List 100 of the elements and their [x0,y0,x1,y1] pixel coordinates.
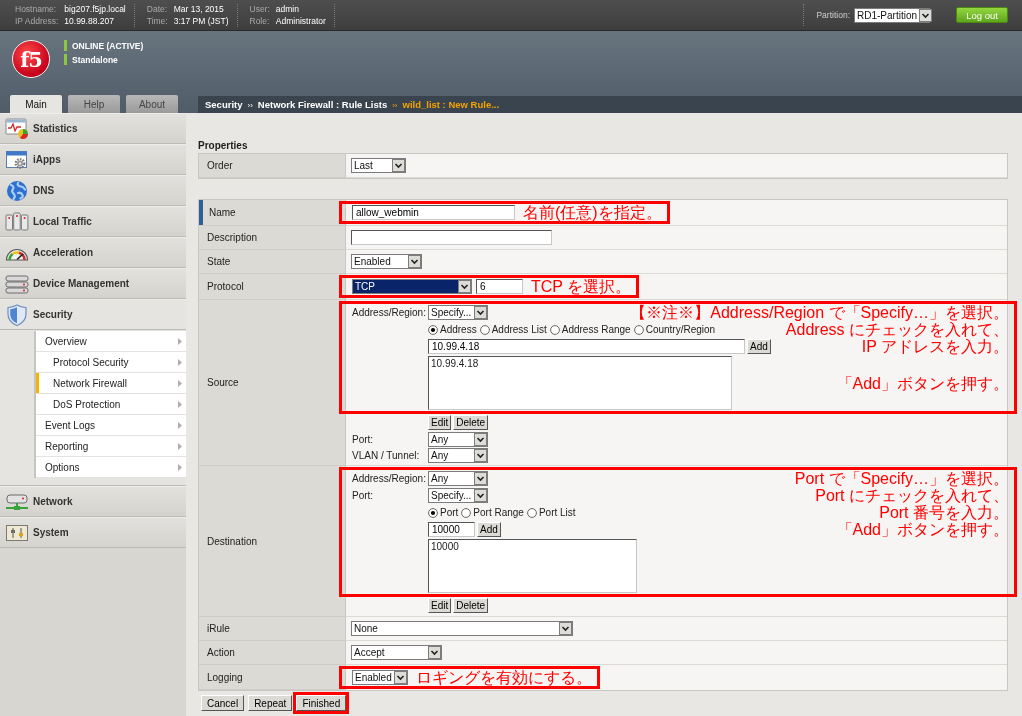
logging-select[interactable]: Enabled [352,670,408,685]
drives-icon [5,272,29,295]
address-input[interactable]: 10.99.4.18 [428,339,745,354]
delete-button[interactable]: Delete [453,598,489,613]
radio-option[interactable]: Address [428,324,477,335]
add-button[interactable]: Add [477,522,501,537]
field-label: Logging [207,671,243,683]
delete-button[interactable]: Delete [453,415,489,430]
vlan-tunnel-select[interactable]: Any [428,447,488,463]
sidebar-item[interactable]: DNS [0,175,186,206]
sidebar-item[interactable]: Acceleration [0,237,186,268]
line-chart-icon [5,117,29,140]
breadcrumb-link[interactable]: Security [205,99,243,110]
field-label: Destination [207,535,258,547]
sidebar-item[interactable]: Statistics [0,113,186,144]
protocol-number-input[interactable]: 6 [476,279,523,294]
submenu-item[interactable]: Network Firewall [36,373,186,394]
radio-option[interactable]: Address List [479,324,547,335]
annotation-text: Port 番号を入力。 [878,504,1009,521]
nav-tab[interactable]: About [126,95,178,113]
info-label: IP Address: [15,15,59,27]
annotation-text: 「Add」ボタンを押す。 [835,521,1009,538]
submenu-item[interactable]: Overview [36,331,186,352]
annotation-text: IP アドレスを入力。 [860,338,1009,355]
repeat-button[interactable]: Repeat [248,695,293,711]
sidebar-item[interactable]: Device Management [0,268,186,299]
field-label: iRule [207,623,230,634]
caret-right-icon [178,463,182,471]
order-select[interactable]: Last [351,158,406,173]
submenu-item[interactable]: Event Logs [36,415,186,436]
edit-button[interactable]: Edit [428,415,452,430]
sidebar-item[interactable]: iApps [0,144,186,175]
radio-option[interactable]: Port List [526,507,576,518]
globe-icon [5,179,29,202]
finished-button[interactable]: Finished [296,695,347,711]
list-option[interactable]: 10.99.4.18 [431,358,479,370]
breadcrumb-separator: ›› [392,100,398,110]
info-label: Date: [146,3,168,15]
radio-option[interactable]: Port Range [461,507,524,518]
section-title: Properties [198,140,249,153]
address-list-field[interactable]: 10.99.4.18 [428,356,732,410]
submenu-item[interactable]: DoS Protection [36,394,186,415]
action-select[interactable]: Accept [351,645,442,660]
submenu-item[interactable]: Protocol Security [36,352,186,373]
annotation-text: Address にチェックを入れて、 [785,321,1009,338]
sidebar-item[interactable]: Network [0,486,186,517]
field-label: Description [207,232,258,243]
name-input[interactable]: allow_webmin [352,205,515,220]
submenu-item[interactable]: Reporting [36,436,186,457]
info-label: Time: [146,15,168,27]
caret-right-icon [178,400,182,408]
nav-tab[interactable]: Help [68,95,120,113]
servers-icon [5,210,29,233]
info-value: Mar 13, 2015 [173,3,225,15]
address-region-select[interactable]: Any [428,471,488,486]
info-label: Hostname: [15,3,58,15]
info-value: Administrator [275,15,326,27]
field-label: Name [209,207,236,218]
protocol-select[interactable]: TCP [352,279,472,294]
info-value: big207.f5jp.local [64,3,126,15]
sidebar-item[interactable]: Security [0,299,186,330]
sidebar-item[interactable]: System [0,517,186,548]
field-label: Port: [352,433,375,445]
logo: f5 [12,40,50,78]
irule-select[interactable]: None [351,621,573,636]
description-input[interactable] [351,230,552,245]
partition-label: Partition: [816,10,850,20]
status-text: Standalone [72,54,118,65]
caret-right-icon [178,358,182,366]
radio-option[interactable]: Port [428,507,459,518]
radio-option[interactable]: Address Range [549,324,631,335]
caret-right-icon [178,442,182,450]
add-button[interactable]: Add [747,339,771,354]
field-label: Port: [352,490,375,501]
field-label: VLAN / Tunnel: [352,449,421,461]
radio-option[interactable]: Country/Region [633,324,716,335]
edit-button[interactable]: Edit [428,598,452,613]
address-region-select[interactable]: Specify... [428,305,488,320]
annotation-text: ロギングを有効にする。 [415,669,592,686]
shield-icon [5,303,29,326]
submenu-item[interactable]: Options [36,457,186,478]
breadcrumb-separator: ›› [247,100,253,110]
port-select[interactable]: Specify... [428,488,488,503]
port-select[interactable]: Any [428,431,488,447]
annotation-text: 名前(任意)を指定。 [522,204,662,221]
cancel-button[interactable]: Cancel [201,695,245,711]
annotation-text: TCP を選択。 [530,278,632,295]
sidebar-item[interactable]: Local Traffic [0,206,186,237]
breadcrumb-link[interactable]: Network Firewall : Rule Lists [257,99,388,110]
info-value: admin [275,3,300,15]
partition-select[interactable]: RD1-Partition [854,7,930,23]
port-input[interactable]: 10000 [428,522,475,537]
port-list-field[interactable]: 10000 [428,539,637,593]
list-option[interactable]: 10000 [431,541,459,553]
nav-tab[interactable]: Main [10,95,62,113]
info-label: Role: [249,15,270,27]
field-label: Protocol [207,281,244,292]
state-select[interactable]: Enabled [351,254,422,269]
annotation-text: 「Add」ボタンを押す。 [835,374,1009,392]
field-label: Address/Region: [352,307,427,318]
